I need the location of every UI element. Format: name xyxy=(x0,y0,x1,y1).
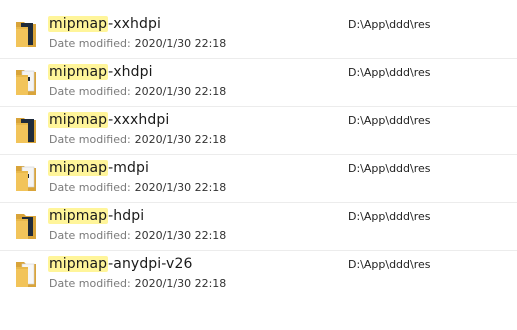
search-result-item[interactable]: mipmap-mdpi Date modified: 2020/1/30 22:1… xyxy=(0,155,517,203)
search-results-list: mipmap-xxhdpi Date modified: 2020/1/30 22… xyxy=(0,11,517,299)
item-date-modified: Date modified: 2020/1/30 22:18 xyxy=(49,133,226,147)
item-name-suffix: -xhdpi xyxy=(108,64,153,80)
date-modified-value: 2020/1/30 22:18 xyxy=(134,37,227,50)
search-result-item[interactable]: mipmap-hdpi Date modified: 2020/1/30 22:1… xyxy=(0,203,517,251)
item-name-suffix: -hdpi xyxy=(108,208,145,224)
date-modified-label: Date modified: xyxy=(49,85,131,98)
search-highlight: mipmap xyxy=(48,64,109,80)
search-result-item[interactable]: mipmap-xxhdpi Date modified: 2020/1/30 22… xyxy=(0,11,517,59)
folder-image-icon xyxy=(16,70,36,95)
folder-image-icon xyxy=(16,166,36,191)
date-modified-value: 2020/1/30 22:18 xyxy=(134,85,227,98)
search-highlight: mipmap xyxy=(48,208,109,224)
item-name[interactable]: mipmap-xxhdpi xyxy=(48,15,161,33)
folder-dark-doc-icon xyxy=(16,214,36,239)
item-name[interactable]: mipmap-xxxhdpi xyxy=(48,111,169,129)
item-name[interactable]: mipmap-hdpi xyxy=(48,207,144,225)
item-date-modified: Date modified: 2020/1/30 22:18 xyxy=(49,229,226,243)
item-name-suffix: -anydpi-v26 xyxy=(108,256,193,272)
search-result-item[interactable]: mipmap-xxxhdpi Date modified: 2020/1/30 2… xyxy=(0,107,517,155)
search-highlight: mipmap xyxy=(48,112,109,128)
item-path: D:\App\ddd\res xyxy=(348,66,431,79)
search-highlight: mipmap xyxy=(48,256,109,272)
item-name-suffix: -xxhdpi xyxy=(108,16,161,32)
item-name[interactable]: mipmap-mdpi xyxy=(48,159,149,177)
item-date-modified: Date modified: 2020/1/30 22:18 xyxy=(49,277,226,291)
item-path: D:\App\ddd\res xyxy=(348,162,431,175)
item-name-suffix: -mdpi xyxy=(108,160,149,176)
folder-plain-icon xyxy=(16,262,36,287)
folder-dark-doc-icon xyxy=(16,118,36,143)
search-result-item[interactable]: mipmap-xhdpi Date modified: 2020/1/30 22:… xyxy=(0,59,517,107)
folder-dark-doc-icon xyxy=(16,22,36,47)
date-modified-value: 2020/1/30 22:18 xyxy=(134,277,227,290)
search-highlight: mipmap xyxy=(48,16,109,32)
item-path: D:\App\ddd\res xyxy=(348,210,431,223)
date-modified-label: Date modified: xyxy=(49,37,131,50)
date-modified-label: Date modified: xyxy=(49,181,131,194)
item-name-suffix: -xxxhdpi xyxy=(108,112,170,128)
item-date-modified: Date modified: 2020/1/30 22:18 xyxy=(49,37,226,51)
date-modified-value: 2020/1/30 22:18 xyxy=(134,181,227,194)
search-result-item[interactable]: mipmap-anydpi-v26 Date modified: 2020/1/3… xyxy=(0,251,517,299)
item-date-modified: Date modified: 2020/1/30 22:18 xyxy=(49,181,226,195)
item-path: D:\App\ddd\res xyxy=(348,258,431,271)
search-highlight: mipmap xyxy=(48,160,109,176)
item-date-modified: Date modified: 2020/1/30 22:18 xyxy=(49,85,226,99)
item-path: D:\App\ddd\res xyxy=(348,114,431,127)
date-modified-label: Date modified: xyxy=(49,133,131,146)
item-name[interactable]: mipmap-anydpi-v26 xyxy=(48,255,192,273)
item-name[interactable]: mipmap-xhdpi xyxy=(48,63,153,81)
item-path: D:\App\ddd\res xyxy=(348,18,431,31)
date-modified-value: 2020/1/30 22:18 xyxy=(134,133,227,146)
date-modified-label: Date modified: xyxy=(49,229,131,242)
date-modified-value: 2020/1/30 22:18 xyxy=(134,229,227,242)
date-modified-label: Date modified: xyxy=(49,277,131,290)
